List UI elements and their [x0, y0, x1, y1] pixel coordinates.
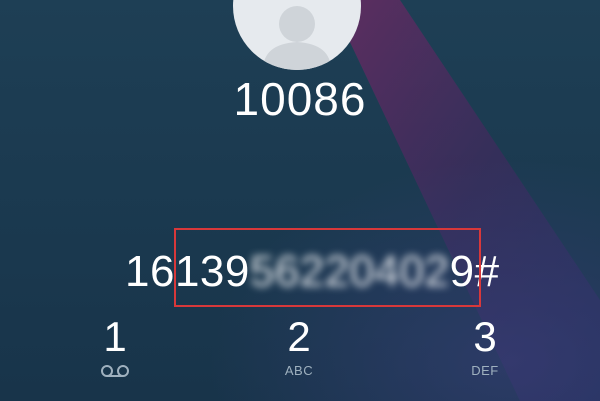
key-2[interactable]: 2 ABC — [244, 314, 354, 394]
key-3[interactable]: 3 DEF — [430, 314, 540, 394]
contact-name: 10086 — [233, 73, 367, 125]
key-1[interactable]: 1 — [60, 314, 170, 394]
call-screen: 10086 16139562204029# 1 2 ABC 3 DEF — [0, 0, 600, 401]
voicemail-icon — [100, 364, 130, 383]
contact-avatar — [233, 0, 361, 70]
key-2-digit: 2 — [287, 313, 311, 360]
person-silhouette-icon — [263, 6, 331, 70]
key-2-letters: ABC — [284, 363, 314, 378]
key-3-digit: 3 — [473, 313, 497, 360]
keypad-row: 1 2 ABC 3 DEF — [0, 314, 600, 394]
highlight-box — [174, 228, 481, 307]
key-3-letters: DEF — [471, 363, 499, 378]
key-1-digit: 1 — [103, 313, 127, 360]
